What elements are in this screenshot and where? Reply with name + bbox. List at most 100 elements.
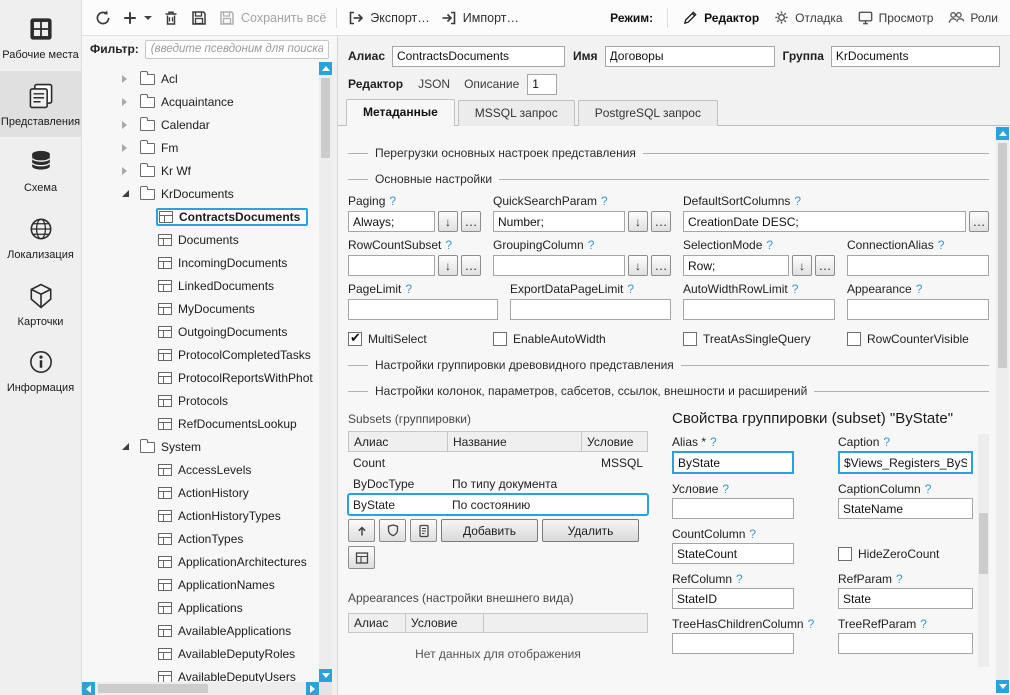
subset-condition-input[interactable]: [672, 498, 794, 519]
scroll-up-button[interactable]: [996, 127, 1009, 140]
insert-value-button[interactable]: [792, 255, 812, 276]
subset-row[interactable]: ByState По состоянию: [348, 494, 648, 515]
tree-item[interactable]: Acl: [82, 67, 319, 90]
groupingcolumn-input[interactable]: [493, 255, 625, 276]
help-icon[interactable]: ?: [883, 435, 890, 449]
help-icon[interactable]: ?: [749, 527, 756, 541]
save-all-button[interactable]: Сохранить всё: [218, 9, 326, 27]
expander-icon[interactable]: [122, 190, 138, 197]
sidebar-item-workplaces[interactable]: Рабочие места: [0, 4, 81, 71]
help-icon[interactable]: ?: [405, 282, 412, 296]
mode-editor[interactable]: Редактор: [682, 9, 759, 26]
defaultsortcolumns-input[interactable]: [683, 211, 966, 232]
insert-value-button[interactable]: [438, 255, 458, 276]
more-options-button[interactable]: [461, 211, 481, 232]
more-options-button[interactable]: [651, 255, 671, 276]
tree-item[interactable]: Applications: [82, 596, 319, 619]
more-options-button[interactable]: [815, 255, 835, 276]
tree-item[interactable]: AvailableDeputyUsers: [82, 665, 319, 682]
tree-item[interactable]: Acquaintance: [82, 90, 319, 113]
insert-value-button[interactable]: [628, 255, 648, 276]
expander-icon[interactable]: [122, 144, 138, 152]
scroll-thumb[interactable]: [321, 78, 330, 158]
filter-input[interactable]: [145, 40, 329, 59]
tree-item[interactable]: ProtocolCompletedTasks: [82, 343, 319, 366]
help-icon[interactable]: ?: [766, 238, 773, 252]
scroll-left-button[interactable]: [82, 682, 95, 695]
column-header-alias[interactable]: Алиас: [349, 614, 406, 632]
grid-button[interactable]: [348, 546, 375, 569]
import-button[interactable]: Импорт…: [440, 9, 519, 27]
tree-item[interactable]: ContractsDocuments: [82, 205, 319, 228]
scroll-thumb[interactable]: [998, 143, 1007, 368]
delete-subset-button[interactable]: Удалить: [542, 519, 639, 542]
checkbox-box[interactable]: [683, 332, 697, 346]
subset-countcolumn-input[interactable]: [672, 543, 794, 564]
tree-item[interactable]: KrDocuments: [82, 182, 319, 205]
autowidthrowlimit-input[interactable]: [683, 299, 835, 320]
subset-captioncolumn-input[interactable]: [838, 498, 973, 519]
expander-icon[interactable]: [122, 121, 138, 129]
help-icon[interactable]: ?: [920, 617, 927, 631]
help-icon[interactable]: ?: [794, 194, 801, 208]
help-icon[interactable]: ?: [938, 238, 945, 252]
sidebar-item-views[interactable]: Представления: [0, 71, 81, 138]
mode-preview[interactable]: Просмотр: [857, 9, 934, 26]
help-icon[interactable]: ?: [627, 282, 634, 296]
help-icon[interactable]: ?: [808, 617, 815, 631]
move-up-button[interactable]: [348, 519, 375, 542]
multiselect-checkbox[interactable]: MultiSelect: [348, 332, 481, 346]
help-icon[interactable]: ?: [896, 572, 903, 586]
rowcountsubset-input[interactable]: [348, 255, 435, 276]
tree-item[interactable]: Kr Wf: [82, 159, 319, 182]
help-icon[interactable]: ?: [925, 482, 932, 496]
tree-item[interactable]: ActionHistory: [82, 481, 319, 504]
insert-value-button[interactable]: [438, 211, 458, 232]
tree-horizontal-scrollbar[interactable]: [82, 682, 319, 695]
tab-postgresql-query[interactable]: PostgreSQL запрос: [578, 100, 718, 126]
refresh-button[interactable]: [94, 9, 112, 27]
help-icon[interactable]: ?: [445, 238, 452, 252]
mode-roles[interactable]: Роли: [947, 9, 998, 26]
tree-item[interactable]: MyDocuments: [82, 297, 319, 320]
subset-row[interactable]: Count MSSQL: [348, 452, 648, 473]
scroll-up-button[interactable]: [319, 62, 332, 75]
pagelimit-input[interactable]: [348, 299, 498, 320]
help-icon[interactable]: ?: [601, 194, 608, 208]
checkbox-box[interactable]: [348, 332, 362, 346]
expander-icon[interactable]: [122, 75, 138, 83]
tree-vertical-scrollbar[interactable]: [319, 62, 332, 682]
exportdatapagelimit-input[interactable]: [510, 299, 671, 320]
rowcountervisible-checkbox[interactable]: RowCounterVisible: [847, 332, 989, 346]
enableautowidth-checkbox[interactable]: EnableAutoWidth: [493, 332, 671, 346]
more-options-button[interactable]: [969, 211, 989, 232]
more-options-button[interactable]: [651, 211, 671, 232]
help-icon[interactable]: ?: [588, 238, 595, 252]
subset-treerefparam-input[interactable]: [838, 633, 973, 654]
tree-item[interactable]: RefDocumentsLookup: [82, 412, 319, 435]
subset-refparam-input[interactable]: [838, 588, 973, 609]
selectionmode-input[interactable]: [683, 255, 789, 276]
help-icon[interactable]: ?: [710, 435, 717, 449]
add-subset-button[interactable]: Добавить: [441, 519, 538, 542]
tree-item[interactable]: OutgoingDocuments: [82, 320, 319, 343]
help-icon[interactable]: ?: [736, 572, 743, 586]
help-icon[interactable]: ?: [916, 282, 923, 296]
help-icon[interactable]: ?: [389, 194, 396, 208]
sidebar-item-information[interactable]: Информация: [0, 337, 81, 404]
column-header-condition[interactable]: Условие: [582, 432, 647, 451]
alias-input[interactable]: [392, 46, 565, 67]
tree-item[interactable]: ActionHistoryTypes: [82, 504, 319, 527]
column-header-name[interactable]: Название: [448, 432, 582, 451]
column-header-alias[interactable]: Алиас: [349, 432, 448, 451]
tree-item[interactable]: ActionTypes: [82, 527, 319, 550]
scroll-thumb[interactable]: [979, 513, 988, 574]
tree-item[interactable]: ApplicationArchitectures: [82, 550, 319, 573]
tree-item[interactable]: AvailableDeputyRoles: [82, 642, 319, 665]
save-button[interactable]: [190, 9, 208, 27]
expander-icon[interactable]: [122, 443, 138, 450]
checkbox-box[interactable]: [838, 547, 852, 561]
tree-item[interactable]: AvailableApplications: [82, 619, 319, 642]
tree-item[interactable]: Protocols: [82, 389, 319, 412]
expander-icon[interactable]: [122, 98, 138, 106]
